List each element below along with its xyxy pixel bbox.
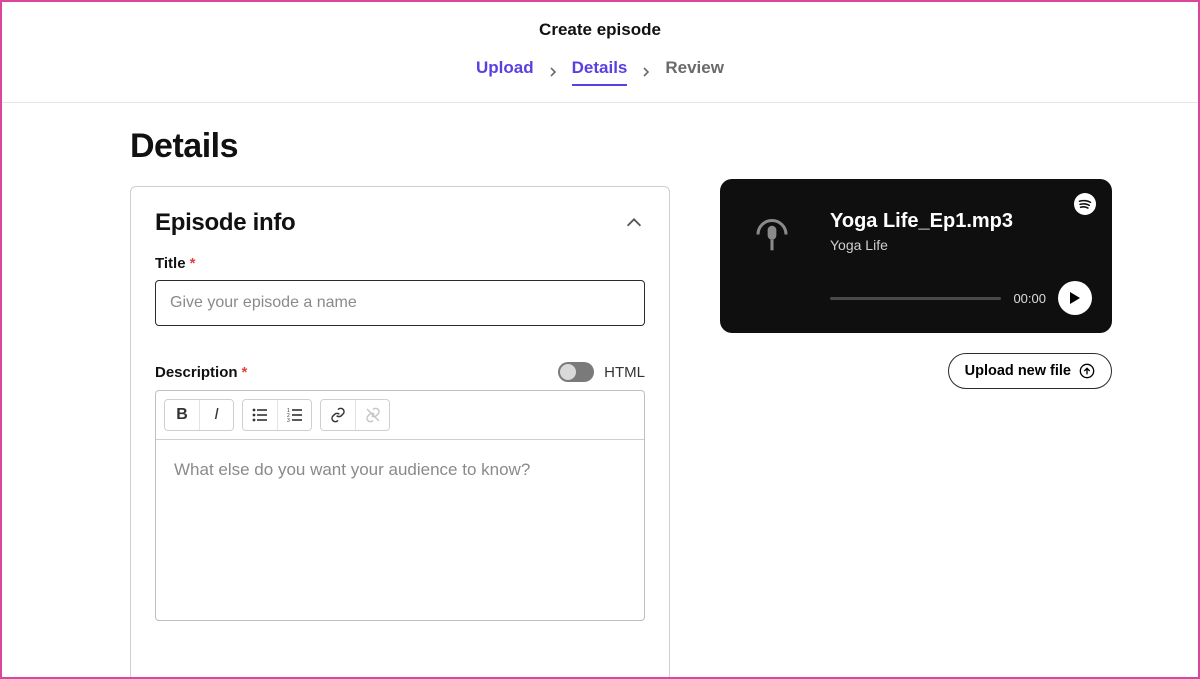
- step-review[interactable]: Review: [665, 58, 724, 86]
- player-time: 00:00: [1013, 291, 1046, 306]
- player-file-name: Yoga Life_Ep1.mp3: [830, 210, 1092, 233]
- chevron-right-icon: [641, 64, 651, 80]
- spotify-icon: [1074, 193, 1096, 220]
- upload-icon: [1079, 363, 1095, 379]
- html-toggle[interactable]: [558, 362, 594, 382]
- podcast-icon: [740, 199, 804, 263]
- description-label-text: Description: [155, 364, 238, 381]
- player-show-name: Yoga Life: [830, 237, 1092, 253]
- title-input[interactable]: [155, 280, 645, 326]
- svg-text:3: 3: [287, 418, 290, 422]
- description-editor: B I 123: [155, 390, 645, 621]
- description-textarea[interactable]: What else do you want your audience to k…: [156, 440, 644, 620]
- editor-toolbar: B I 123: [156, 391, 644, 440]
- upload-new-file-button[interactable]: Upload new file: [948, 353, 1112, 389]
- play-button[interactable]: [1058, 281, 1092, 315]
- upload-new-file-label: Upload new file: [965, 363, 1071, 379]
- required-asterisk: *: [190, 255, 196, 272]
- title-label-text: Title: [155, 255, 186, 272]
- italic-button[interactable]: I: [199, 400, 233, 430]
- unlink-button: [355, 400, 389, 430]
- page-title: Create episode: [2, 20, 1198, 40]
- header: Create episode Upload Details Review: [2, 2, 1198, 102]
- numbered-list-button[interactable]: 123: [277, 400, 311, 430]
- description-label: Description *: [155, 364, 247, 381]
- step-details[interactable]: Details: [572, 58, 628, 86]
- bullet-list-button[interactable]: [243, 400, 277, 430]
- bold-button[interactable]: B: [165, 400, 199, 430]
- link-button[interactable]: [321, 400, 355, 430]
- collapse-toggle[interactable]: [623, 212, 645, 234]
- required-asterisk: *: [242, 364, 248, 381]
- card-title: Episode info: [155, 209, 295, 237]
- stepper: Upload Details Review: [2, 58, 1198, 102]
- chevron-right-icon: [548, 64, 558, 80]
- section-heading: Details: [130, 127, 670, 166]
- title-label: Title *: [155, 255, 645, 272]
- html-toggle-label: HTML: [604, 364, 645, 381]
- step-upload[interactable]: Upload: [476, 58, 534, 86]
- audio-player-card: Yoga Life_Ep1.mp3 Yoga Life 00:00: [720, 179, 1112, 333]
- episode-info-card: Episode info Title * Description *: [130, 186, 670, 679]
- progress-bar[interactable]: [830, 297, 1001, 300]
